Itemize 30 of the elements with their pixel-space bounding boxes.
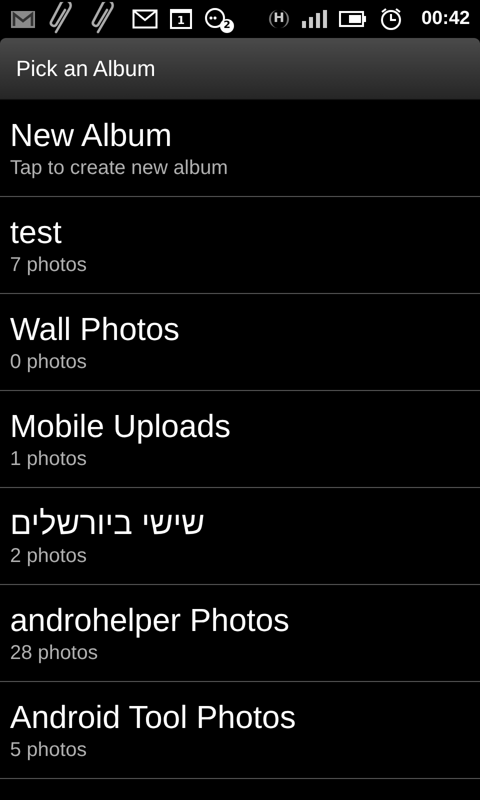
album-subtitle: 2 photos <box>10 544 88 569</box>
battery-icon <box>339 10 368 28</box>
album-row[interactable]: test 7 photos <box>0 197 480 294</box>
album-subtitle: Tap to create new album <box>10 156 229 181</box>
album-subtitle: 28 photos <box>10 641 99 666</box>
album-subtitle: 5 photos <box>10 738 88 763</box>
album-title: Android Tool Photos <box>10 698 297 737</box>
album-subtitle: 0 photos <box>10 350 88 375</box>
album-row[interactable]: Android Tool Photos 5 photos <box>0 682 480 779</box>
album-row[interactable]: New Album Tap to create new album <box>0 100 480 197</box>
alarm-clock-icon <box>379 7 404 31</box>
notification-badge: 2 <box>220 19 234 33</box>
envelope-icon <box>132 9 158 29</box>
album-title: Mobile Uploads <box>10 407 232 446</box>
chat-bubble-icon <box>204 7 226 29</box>
album-row[interactable]: androhelper Photos 28 photos <box>0 585 480 682</box>
album-subtitle: 1 photos <box>10 447 88 472</box>
album-row[interactable]: Mobile Uploads 1 photos <box>0 391 480 488</box>
album-title: New Album <box>10 116 173 155</box>
clock-time: 00:42 <box>421 6 470 31</box>
album-title: Wall Photos <box>10 310 181 349</box>
album-title: test <box>10 213 63 252</box>
album-row[interactable]: Wall Photos 0 photos <box>0 294 480 391</box>
album-title: שישי ביורשלים <box>10 504 206 543</box>
gmail-icon <box>10 9 36 29</box>
signal-icon <box>301 9 328 29</box>
calendar-icon: 1 <box>170 9 192 29</box>
album-subtitle: 7 photos <box>10 253 88 278</box>
album-title: androhelper Photos <box>10 601 290 640</box>
screen-title: Pick an Album <box>16 55 156 83</box>
